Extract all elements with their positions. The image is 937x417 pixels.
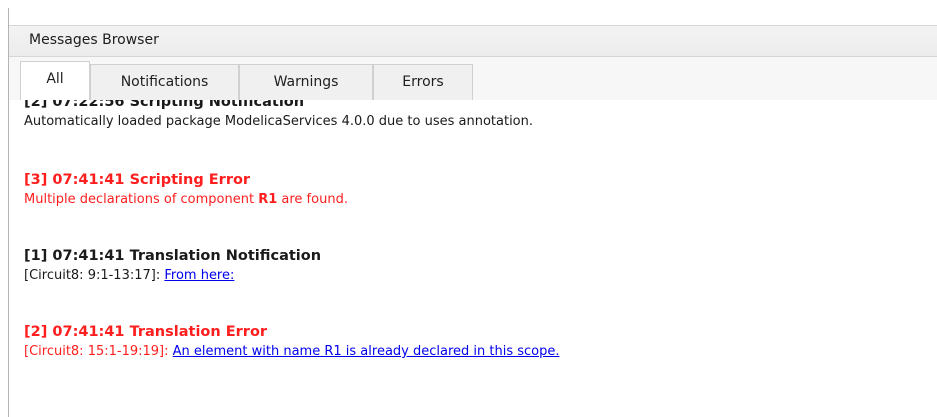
message-text: Multiple declarations of component R1 ar… (24, 191, 348, 209)
message-link[interactable]: An element with name R1 is already decla… (173, 344, 560, 359)
message-text: [Circuit8: 9:1-13:17]: From here: (24, 267, 321, 285)
message-header: [1] 07:41:41 Translation Notification (24, 248, 322, 264)
message-link[interactable]: From here: (164, 268, 234, 283)
message-text: [Circuit8: 15:1-19:19]: An element with … (24, 343, 560, 361)
message-item-error: [3] 07:41:41 Scripting Error Multiple de… (24, 171, 348, 209)
tab-bar: All Notifications Warnings Errors (9, 57, 937, 102)
tab-all[interactable]: All (20, 61, 90, 102)
messages-list[interactable]: [2] 07:22:56 Scripting Notification Auto… (9, 100, 937, 417)
message-item-error: [2] 07:41:41 Translation Error [Circuit8… (24, 323, 560, 361)
message-location: [Circuit8: 9:1-13:17]: (24, 268, 165, 283)
message-header: [3] 07:41:41 Scripting Error (24, 172, 251, 188)
message-item: [2] 07:22:56 Scripting Notification Auto… (24, 100, 533, 131)
message-header: [2] 07:41:41 Translation Error (24, 324, 268, 340)
panel-title: Messages Browser (29, 32, 159, 48)
message-location: [Circuit8: 15:1-19:19]: (24, 344, 173, 359)
message-text-suffix: are found. (277, 192, 348, 207)
tab-notifications[interactable]: Notifications (90, 64, 239, 101)
component-name: R1 (258, 192, 278, 207)
message-item: [1] 07:41:41 Translation Notification [C… (24, 247, 321, 285)
tab-warnings[interactable]: Warnings (239, 64, 373, 101)
message-text: Automatically loaded package ModelicaSer… (24, 114, 533, 129)
tab-errors[interactable]: Errors (373, 64, 473, 101)
panel-title-bar: Messages Browser (9, 25, 937, 57)
message-header: [2] 07:22:56 Scripting Notification (24, 100, 305, 110)
messages-browser-panel: Messages Browser All Notifications Warni… (8, 8, 937, 417)
message-text-prefix: Multiple declarations of component (24, 192, 259, 207)
